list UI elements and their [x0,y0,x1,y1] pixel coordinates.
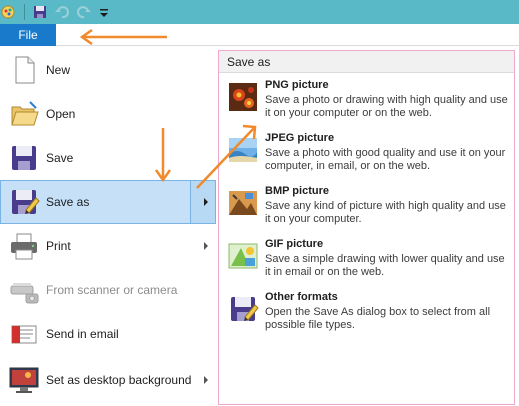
new-document-icon [8,54,40,86]
menu-item-label: Open [46,107,76,121]
option-title: Other formats [265,291,338,303]
option-gif-picture[interactable]: GIF picture Save a simple drawing with l… [219,236,514,288]
undo-icon[interactable] [54,4,70,20]
chevron-right-icon [204,242,208,250]
scanner-icon [8,274,40,306]
menu-item-label: Save [46,151,74,165]
menu-item-label: New [46,63,71,77]
option-other-formats[interactable]: Other formats Open the Save As dialog bo… [219,289,514,341]
menu-item-label: Print [46,239,71,253]
option-description: Save any kind of picture with high quali… [265,200,506,225]
save-as-icon [8,186,40,218]
option-png-picture[interactable]: PNG picture Save a photo or drawing with… [219,77,514,129]
desktop-background-icon [8,364,40,396]
menu-item-open[interactable]: Open [0,92,216,136]
option-title: JPEG picture [265,132,335,144]
menu-item-send-email[interactable]: Send in email [0,312,216,356]
option-jpeg-picture[interactable]: JPEG picture Save a photo with good qual… [219,130,514,182]
open-folder-icon [8,98,40,130]
menu-item-save[interactable]: Save [0,136,216,180]
file-menu: New Open Save Save as Print From scanner… [0,46,216,406]
jpeg-picture-icon [227,134,259,166]
save-disk-icon [8,142,40,174]
png-picture-icon [227,81,259,113]
email-icon [8,318,40,350]
separator [24,4,25,20]
title-bar [0,0,519,24]
option-bmp-picture[interactable]: BMP picture Save any kind of picture wit… [219,183,514,235]
menu-item-save-as[interactable]: Save as [0,180,216,224]
menu-item-desktop-background[interactable]: Set as desktop background [0,358,216,402]
menu-item-print[interactable]: Print [0,224,216,268]
option-description: Save a simple drawing with lower quality… [265,253,505,278]
save-icon[interactable] [32,4,48,20]
option-description: Save a photo with good quality and use i… [265,147,506,172]
menu-item-label: Send in email [46,327,119,341]
option-title: PNG picture [265,79,329,91]
chevron-right-icon [204,198,208,206]
redo-icon[interactable] [76,4,92,20]
menu-item-new[interactable]: New [0,48,216,92]
file-tab[interactable]: File [0,24,56,46]
printer-icon [8,230,40,262]
menu-item-label: Set as desktop background [46,373,192,387]
bmp-picture-icon [227,187,259,219]
menu-item-label: From scanner or camera [46,283,178,297]
other-formats-icon [227,293,259,325]
option-description: Open the Save As dialog box to select fr… [265,306,491,331]
panel-header: Save as [219,51,514,73]
paint-app-icon[interactable] [0,4,16,20]
option-description: Save a photo or drawing with high qualit… [265,94,508,119]
option-title: GIF picture [265,238,324,250]
ribbon: File [0,24,519,46]
menu-item-label: Save as [46,195,90,209]
option-title: BMP picture [265,185,329,197]
gif-picture-icon [227,240,259,272]
customize-qat-icon[interactable] [96,4,112,20]
menu-item-from-scanner: From scanner or camera [0,268,216,312]
chevron-right-icon [204,376,208,384]
save-as-panel: Save as PNG picture Save a photo or draw… [218,50,515,405]
